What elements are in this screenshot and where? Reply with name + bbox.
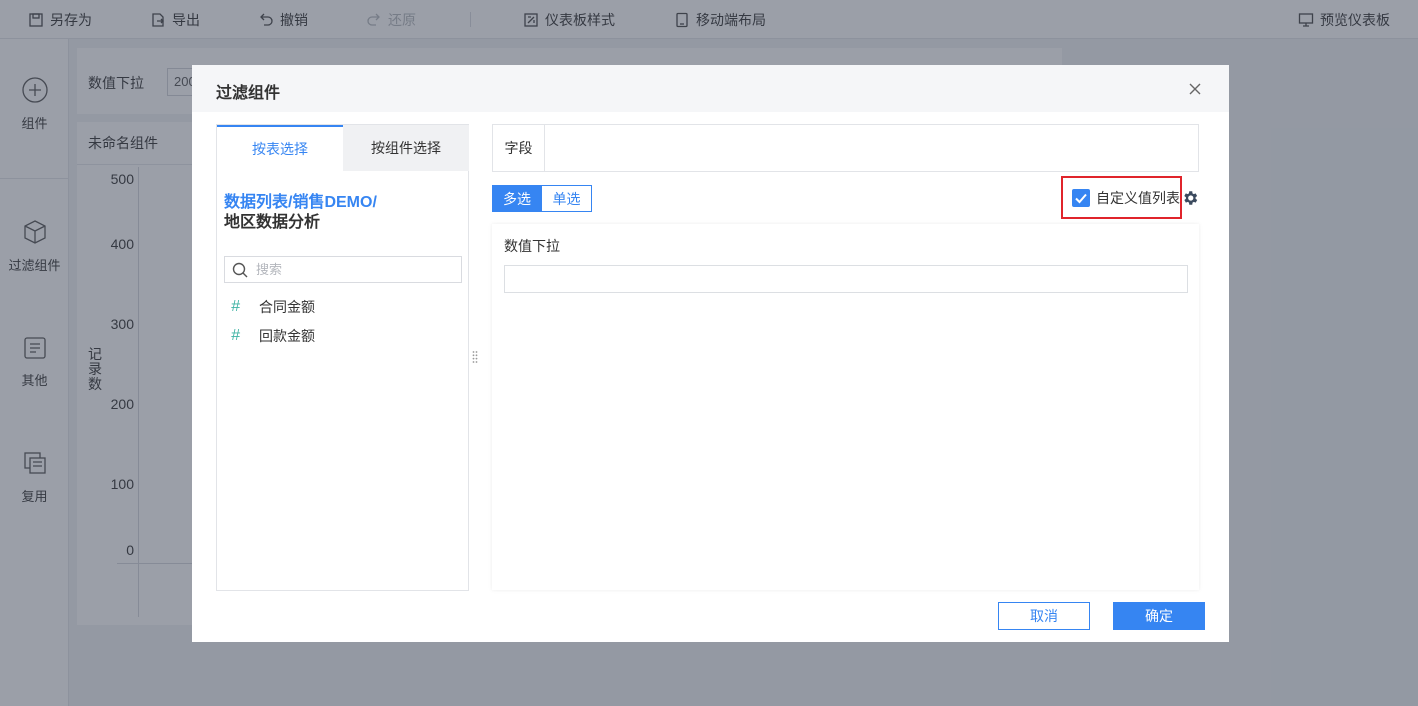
- table-name: 地区数据分析: [224, 214, 321, 231]
- multi-select-button[interactable]: 多选: [492, 185, 542, 212]
- field-item[interactable]: # 合同金额: [231, 297, 315, 317]
- search-icon: [232, 262, 248, 278]
- filter-preview-area: 数值下拉: [492, 224, 1199, 590]
- filter-component-dialog: 过滤组件 按表选择 按组件选择 数据列表/销售DEMO/ 地区数据分析 # 合同…: [192, 65, 1229, 642]
- field-item[interactable]: # 回款金额: [231, 326, 315, 346]
- cancel-button[interactable]: 取消: [998, 602, 1090, 630]
- table-path-link[interactable]: 数据列表/销售DEMO/: [224, 194, 377, 211]
- preview-label: 数值下拉: [504, 238, 560, 254]
- selection-mode-toggle: 多选 单选: [492, 185, 592, 212]
- field-item-label: 回款金额: [259, 328, 315, 344]
- panel-resize-handle[interactable]: [472, 350, 478, 364]
- table-path: 数据列表/销售DEMO/ 地区数据分析: [224, 193, 464, 233]
- search-input[interactable]: [256, 260, 456, 279]
- dialog-title: 过滤组件: [216, 85, 281, 102]
- field-drop-zone[interactable]: 字段: [492, 124, 1199, 172]
- confirm-button[interactable]: 确定: [1113, 602, 1205, 630]
- custom-value-label[interactable]: 自定义值列表: [1096, 188, 1180, 208]
- custom-value-checkbox[interactable]: [1072, 189, 1090, 207]
- checkmark-icon: [1075, 193, 1087, 204]
- number-field-icon: #: [231, 327, 240, 344]
- field-item-label: 合同金额: [259, 299, 315, 315]
- close-icon[interactable]: [1187, 81, 1203, 97]
- single-select-button[interactable]: 单选: [542, 185, 592, 212]
- field-label: 字段: [493, 125, 545, 171]
- tab-by-table[interactable]: 按表选择: [217, 125, 343, 171]
- field-search-box: [224, 256, 462, 283]
- preview-dropdown[interactable]: [504, 265, 1188, 293]
- number-field-icon: #: [231, 298, 240, 315]
- gear-icon[interactable]: [1181, 189, 1199, 207]
- data-source-panel: 按表选择 按组件选择 数据列表/销售DEMO/ 地区数据分析 # 合同金额 # …: [216, 124, 469, 591]
- tab-by-component[interactable]: 按组件选择: [343, 125, 469, 171]
- dialog-header: 过滤组件: [192, 65, 1229, 112]
